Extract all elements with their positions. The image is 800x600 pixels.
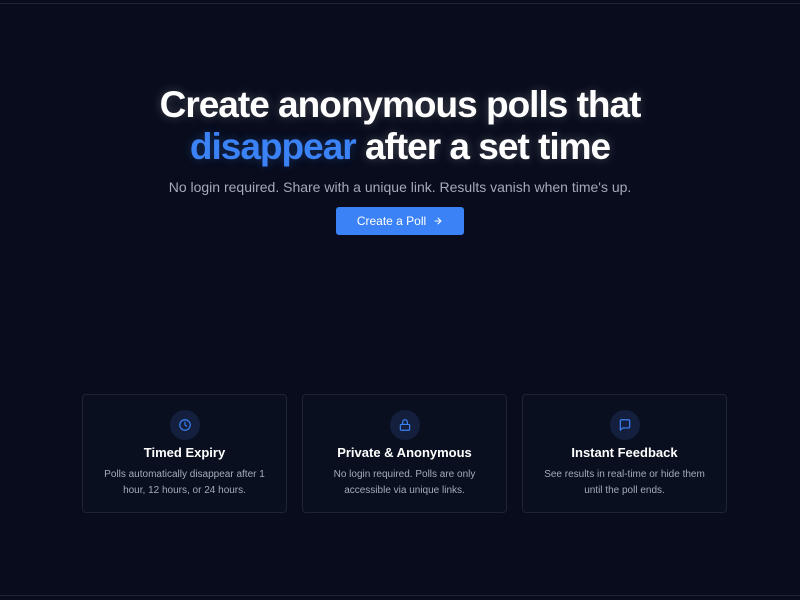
landing-page: Create anonymous polls that disappear af… — [0, 0, 800, 600]
hero-title-line2-rest: after a set time — [355, 126, 611, 167]
hero-title-line2: disappear after a set time — [0, 126, 800, 168]
lock-icon — [399, 419, 410, 431]
hero-title-accent: disappear — [189, 126, 357, 167]
feature-description: Polls automatically disappear after 1 ho… — [104, 469, 265, 496]
feature-icon-badge — [169, 410, 200, 440]
hero-section: Create anonymous polls that disappear af… — [0, 84, 800, 235]
create-poll-button-label: Create a Poll — [356, 214, 427, 228]
feature-description: No login required. Polls are only access… — [333, 469, 476, 496]
feature-card-timed-expiry: Timed Expiry Polls automatically disappe… — [82, 394, 287, 513]
feature-icon-badge — [609, 410, 640, 440]
feature-title: Private & Anonymous — [337, 445, 472, 460]
feature-card-instant-feedback: Instant Feedback See results in real-tim… — [522, 394, 727, 513]
features-section: Timed Expiry Polls automatically disappe… — [82, 394, 727, 513]
clock-icon — [178, 419, 191, 431]
hero-title-line1: Create anonymous polls that — [159, 84, 642, 125]
feature-title: Timed Expiry — [143, 445, 226, 460]
footer-divider — [0, 595, 800, 596]
feature-description: See results in real-time or hide them un… — [544, 469, 705, 496]
message-square-icon — [619, 419, 630, 431]
feature-title: Instant Feedback — [571, 445, 678, 460]
feature-card-private-anonymous: Private & Anonymous No login required. P… — [302, 394, 507, 513]
arrow-right-icon — [434, 217, 442, 225]
hero-subtitle: No login required. Share with a unique l… — [168, 179, 632, 195]
feature-icon-badge — [389, 410, 420, 440]
header-divider — [0, 3, 800, 4]
hero-title: Create anonymous polls that disappear af… — [0, 84, 800, 168]
create-poll-button[interactable]: Create a Poll — [335, 207, 465, 235]
